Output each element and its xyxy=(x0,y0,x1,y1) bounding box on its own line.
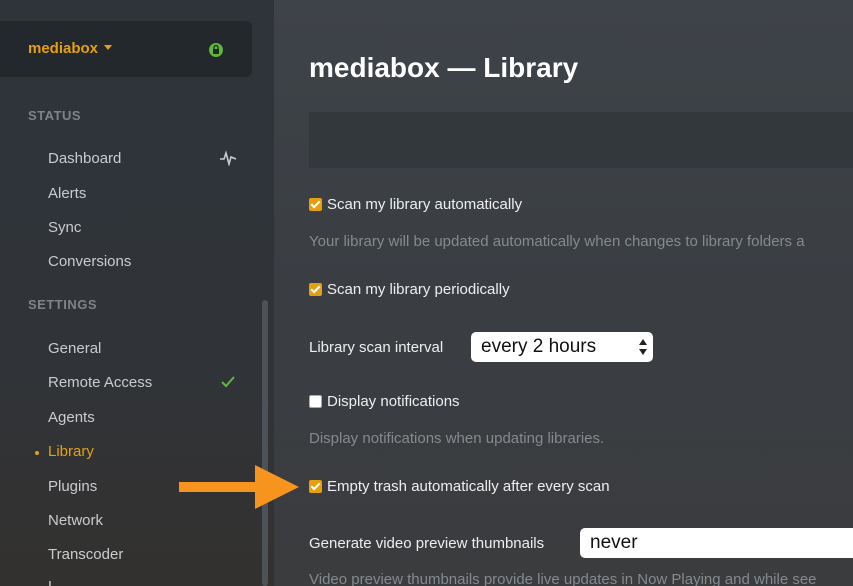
scan-interval-label: Library scan interval xyxy=(309,339,444,356)
scan-interval-value: every 2 hours xyxy=(481,336,597,357)
section-settings: SETTINGS xyxy=(28,297,98,312)
sidebar-item-general[interactable]: General xyxy=(48,340,101,357)
empty-trash-label: Empty trash automatically after every sc… xyxy=(327,478,610,495)
thumbnails-help: Video preview thumbnails provide live up… xyxy=(309,571,817,586)
scan-auto-help: Your library will be updated automatical… xyxy=(309,233,805,250)
thumbnails-select[interactable]: never xyxy=(580,528,853,558)
sidebar-item-sync[interactable]: Sync xyxy=(48,219,81,236)
sidebar-scrollbar[interactable] xyxy=(262,300,268,586)
notifications-label: Display notifications xyxy=(327,393,460,410)
sidebar-item-remote-access[interactable]: Remote Access xyxy=(48,374,152,391)
page-title: mediabox — Library xyxy=(309,52,579,83)
scan-auto-option[interactable]: Scan my library automatically xyxy=(309,196,522,213)
empty-trash-checkbox[interactable] xyxy=(309,480,322,493)
chevron-down-icon xyxy=(104,45,113,50)
notifications-checkbox[interactable] xyxy=(309,395,322,408)
scan-interval-select[interactable]: every 2 hours xyxy=(471,332,653,362)
sidebar-item-agents[interactable]: Agents xyxy=(48,409,95,426)
scan-periodic-option[interactable]: Scan my library periodically xyxy=(309,281,510,298)
sidebar-item-conversions[interactable]: Conversions xyxy=(48,253,131,270)
sidebar-item-dashboard[interactable]: Dashboard xyxy=(48,150,121,167)
main-panel: mediabox — Library Scan my library autom… xyxy=(274,0,853,586)
active-indicator-dot xyxy=(35,451,39,455)
check-icon xyxy=(221,376,235,388)
lock-icon xyxy=(209,43,223,57)
notifications-option[interactable]: Display notifications xyxy=(309,393,460,410)
empty-trash-option[interactable]: Empty trash automatically after every sc… xyxy=(309,478,610,495)
sidebar-item-library[interactable]: Library xyxy=(48,443,94,460)
sidebar-item-plugins[interactable]: Plugins xyxy=(48,478,97,495)
scan-periodic-checkbox[interactable] xyxy=(309,283,322,296)
thumbnails-label: Generate video preview thumbnails xyxy=(309,535,545,552)
pulse-icon xyxy=(220,150,237,166)
server-name[interactable]: mediabox xyxy=(28,40,113,57)
arrow-right-icon xyxy=(179,465,299,509)
notifications-help: Display notifications when updating libr… xyxy=(309,430,605,447)
scan-periodic-label: Scan my library periodically xyxy=(327,281,510,298)
info-banner xyxy=(309,112,853,168)
scan-auto-label: Scan my library automatically xyxy=(327,196,523,213)
select-arrows-icon xyxy=(639,338,647,356)
scan-auto-checkbox[interactable] xyxy=(309,198,322,211)
sidebar-item-network[interactable]: Network xyxy=(48,512,103,529)
sidebar-item-alerts[interactable]: Alerts xyxy=(48,185,86,202)
section-status: STATUS xyxy=(28,108,82,123)
thumbnails-value: never xyxy=(590,532,638,553)
sidebar-item-transcoder[interactable]: Transcoder xyxy=(48,546,123,563)
sidebar-item-partial[interactable]: L xyxy=(48,578,56,586)
